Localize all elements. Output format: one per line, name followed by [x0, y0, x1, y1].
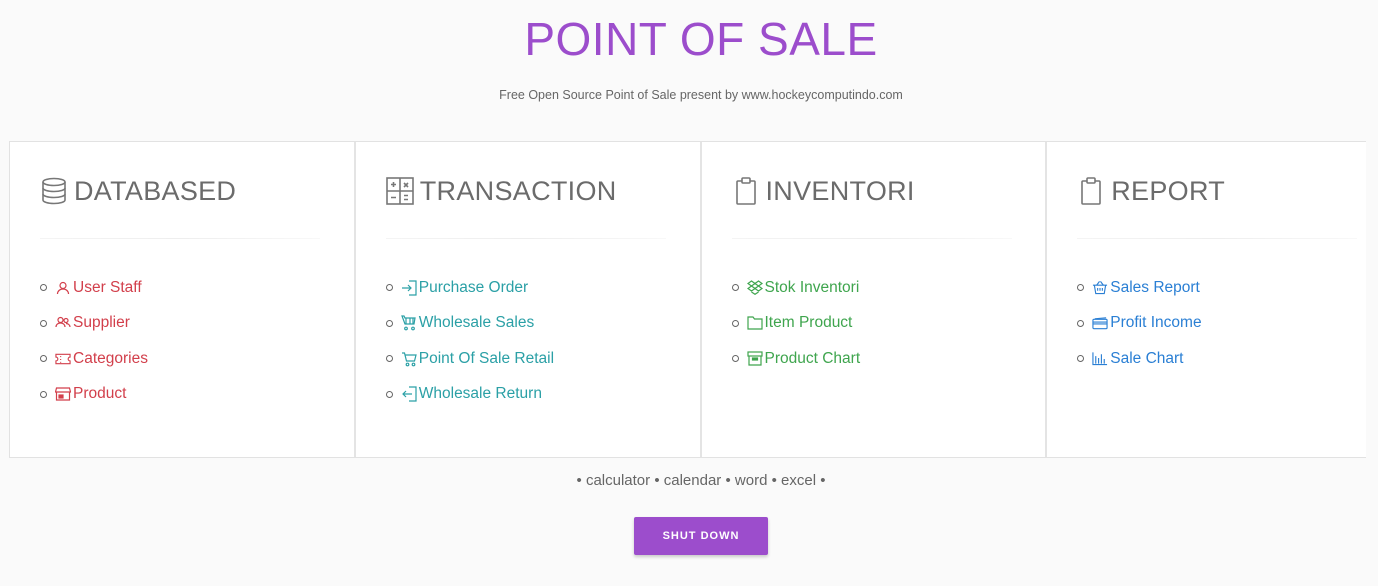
- panel-title: REPORT: [1111, 175, 1226, 206]
- menu-link[interactable]: Stok Inventori: [765, 279, 860, 297]
- divider: [385, 238, 666, 239]
- tool-links: • calculator • calendar • word • excel •: [0, 472, 1378, 489]
- bullet: [1077, 319, 1085, 327]
- clipboard-icon: [1077, 177, 1105, 205]
- panel-title: TRANSACTION: [419, 175, 617, 206]
- menu-list: Sales Report Profit Income Sale Chart: [1077, 270, 1202, 377]
- menu-link[interactable]: Profit Income: [1110, 314, 1201, 332]
- menu-list: Purchase Order Wholesale Sales Point Of …: [385, 270, 554, 413]
- dropbox-icon: [746, 280, 763, 296]
- folder-icon: [746, 315, 763, 331]
- panel-databased: DATABASED User Staff Supplier Categories: [10, 142, 356, 457]
- menu-item-item-product[interactable]: Item Product: [731, 306, 861, 342]
- panel-title: DATABASED: [74, 175, 237, 206]
- menu-link[interactable]: Product Chart: [765, 350, 861, 368]
- ticket-icon: [55, 351, 71, 367]
- panel-header: INVENTORI: [732, 174, 915, 208]
- shut-down-button[interactable]: SHUT DOWN: [634, 517, 768, 555]
- divider: [731, 238, 1012, 239]
- bullet: [385, 355, 393, 363]
- menu-list: User Staff Supplier Categories Product: [40, 270, 148, 412]
- menu-link[interactable]: Item Product: [765, 314, 853, 332]
- menu-item-wholesale-sales[interactable]: Wholesale Sales: [385, 306, 554, 342]
- credit-card-icon: [1092, 315, 1108, 331]
- login-icon: [401, 280, 417, 296]
- cart-icon: [401, 351, 417, 367]
- bullet: [40, 355, 47, 363]
- trolley-icon: [400, 315, 417, 331]
- separator: •: [576, 472, 582, 489]
- store-icon: [55, 386, 71, 402]
- bullet: [385, 390, 393, 398]
- bullet: [40, 319, 47, 327]
- menu-item-stok-inventori[interactable]: Stok Inventori: [731, 270, 861, 306]
- menu-link[interactable]: Sales Report: [1110, 279, 1200, 297]
- menu-item-categories[interactable]: Categories: [40, 341, 148, 377]
- menu-link[interactable]: Wholesale Sales: [419, 314, 534, 332]
- page-subtitle: Free Open Source Point of Sale present b…: [499, 88, 903, 102]
- tool-link-calculator[interactable]: calculator: [586, 472, 650, 489]
- bar-chart-icon: [1092, 351, 1108, 367]
- divider: [40, 238, 320, 239]
- menu-link[interactable]: Product: [73, 385, 126, 403]
- panel-report: REPORT Sales Report Profit Income Sale C…: [1047, 142, 1367, 457]
- panel-header: TRANSACTION: [385, 174, 617, 208]
- panel-title: INVENTORI: [765, 175, 915, 206]
- menu-item-user-staff[interactable]: User Staff: [40, 270, 148, 306]
- divider: [1077, 238, 1358, 239]
- menu-link[interactable]: Sale Chart: [1110, 350, 1183, 368]
- bullet: [385, 319, 393, 327]
- panel-inventori: INVENTORI Stok Inventori Item Product Pr…: [701, 142, 1048, 457]
- menu-list: Stok Inventori Item Product Product Char…: [731, 270, 861, 377]
- menu-item-wholesale-return[interactable]: Wholesale Return: [385, 377, 554, 413]
- menu-link[interactable]: Point Of Sale Retail: [419, 350, 554, 368]
- menu-link[interactable]: Categories: [73, 350, 148, 368]
- menu-link[interactable]: User Staff: [73, 279, 142, 297]
- bullet: [731, 355, 739, 363]
- users-icon: [55, 315, 71, 331]
- menu-item-point-of-sale-retail[interactable]: Point Of Sale Retail: [385, 341, 554, 377]
- menu-link[interactable]: Supplier: [73, 314, 130, 332]
- bullet: [1077, 355, 1085, 363]
- tool-link-word[interactable]: word: [735, 472, 768, 489]
- menu-item-purchase-order[interactable]: Purchase Order: [385, 270, 554, 306]
- database-icon: [40, 177, 68, 205]
- separator: •: [820, 472, 826, 489]
- menu-item-sale-chart[interactable]: Sale Chart: [1077, 341, 1201, 377]
- menu-item-product[interactable]: Product: [40, 377, 148, 413]
- clipboard-icon: [732, 177, 760, 205]
- menu-link[interactable]: Wholesale Return: [419, 385, 542, 403]
- page-title: POINT OF SALE: [524, 13, 878, 65]
- tool-link-excel[interactable]: excel: [781, 472, 816, 489]
- panel-header: REPORT: [1077, 174, 1225, 208]
- separator: •: [654, 472, 660, 489]
- menu-item-profit-income[interactable]: Profit Income: [1077, 306, 1202, 342]
- user-icon: [55, 280, 71, 296]
- bullet: [731, 319, 739, 327]
- menu-item-supplier[interactable]: Supplier: [40, 306, 148, 342]
- basket-icon: [1092, 280, 1108, 296]
- module-panels: DATABASED User Staff Supplier Categories: [9, 141, 1367, 458]
- menu-link[interactable]: Purchase Order: [419, 279, 528, 297]
- panel-transaction: TRANSACTION Purchase Order Wholesale Sal…: [355, 142, 702, 457]
- archive-icon: [746, 351, 763, 367]
- separator: •: [771, 472, 777, 489]
- logout-icon: [401, 386, 417, 402]
- separator: •: [725, 472, 731, 489]
- panel-header: DATABASED: [40, 174, 236, 208]
- menu-item-product-chart[interactable]: Product Chart: [731, 341, 861, 377]
- calculator-icon: [385, 177, 414, 205]
- bullet: [40, 390, 47, 398]
- menu-item-sales-report[interactable]: Sales Report: [1077, 270, 1201, 306]
- bullet: [40, 284, 47, 292]
- bullet: [385, 284, 393, 292]
- tool-link-calendar[interactable]: calendar: [664, 472, 722, 489]
- bullet: [731, 284, 739, 292]
- bullet: [1077, 284, 1085, 292]
